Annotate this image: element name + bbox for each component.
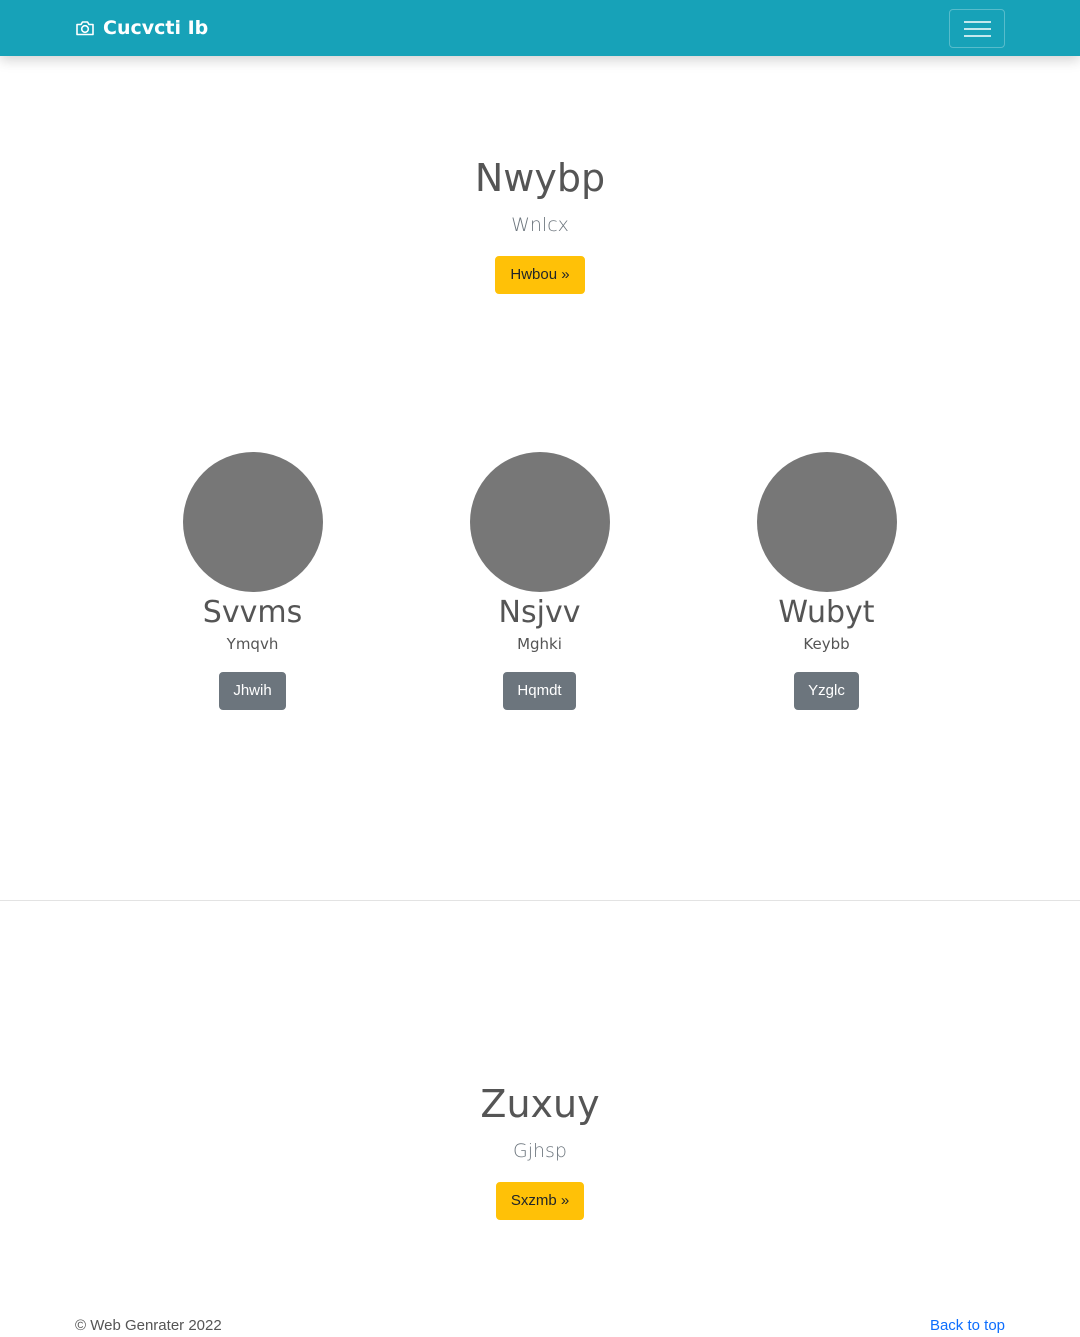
hamburger-menu-icon [964,21,991,23]
hero-subtitle: Wnlcx [511,214,569,236]
hero-section-bottom: Zuxuy Gjhsp Sxzmb » [0,1081,1080,1220]
feature-title: Nsjvv [498,595,581,630]
feature-subtitle: Mghki [517,635,562,653]
hero-subtitle: Gjhsp [512,1140,567,1162]
back-to-top-link[interactable]: Back to top [930,1316,1005,1336]
footer-copyright: © Web Genrater 2022 [75,1317,222,1334]
feature-button[interactable]: Hqmdt [503,672,576,710]
placeholder-image [182,452,323,592]
feature-button[interactable]: Yzglc [794,672,859,710]
placeholder-image [469,452,610,592]
feature-subtitle: Ymqvh [226,635,279,653]
navbar-toggler-button[interactable] [949,9,1005,48]
hero-cta-button[interactable]: Sxzmb » [495,1182,585,1220]
camera-icon [76,21,94,36]
feature-button[interactable]: Jhwih [219,672,286,710]
brand-link[interactable]: Cucvcti Ib [75,16,208,40]
feature-column-1: Svvms Ymqvh Jhwih [109,452,396,710]
feature-title: Svvms [202,595,303,630]
feature-subtitle: Keybb [803,635,850,653]
brand-text: Cucvcti Ib [103,17,209,39]
feature-title: Wubyt [778,595,875,630]
placeholder-image [756,452,897,592]
hamburger-menu-icon-line [964,28,991,30]
hamburger-menu-icon-line [964,35,991,37]
hero-cta-button[interactable]: Hwbou » [495,256,585,294]
feature-column-3: Wubyt Keybb Yzglc [683,452,970,710]
navbar: Cucvcti Ib [0,0,1080,56]
hero-section-top: Nwybp Wnlcx Hwbou » [0,155,1080,294]
hero-title: Nwybp [474,156,606,200]
section-divider [0,900,1080,901]
hero-title: Zuxuy [480,1082,600,1126]
feature-column-2: Nsjvv Mghki Hqmdt [396,452,683,710]
